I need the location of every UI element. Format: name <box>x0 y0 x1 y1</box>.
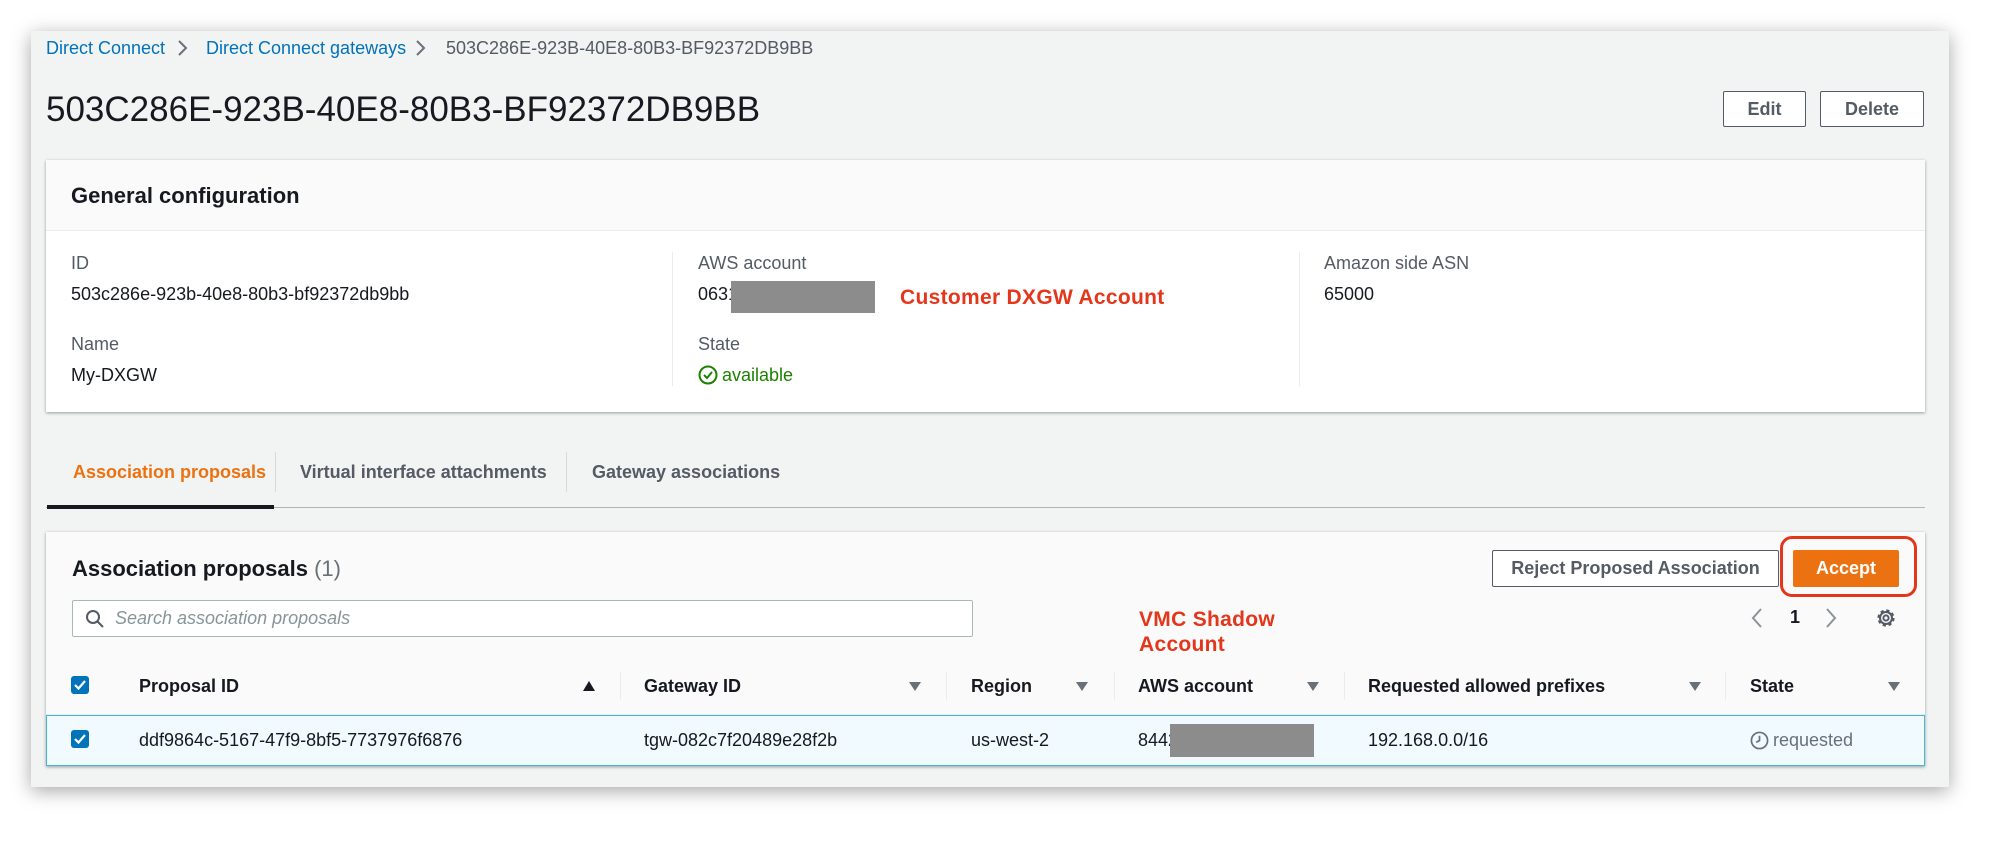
redaction-box <box>731 281 875 313</box>
cell-proposal-id: ddf9864c-5167-47f9-8bf5-7737976f6876 <box>139 730 463 750</box>
panel-heading: Association proposals (1) <box>72 555 341 583</box>
sort-icon[interactable] <box>1076 682 1088 691</box>
cell-gateway-id: tgw-082c7f20489e28f2b <box>644 730 838 750</box>
tab-baseline <box>46 507 1925 508</box>
redaction-box <box>1170 724 1314 757</box>
column-divider <box>946 672 947 700</box>
panel-header: General configuration <box>46 160 1925 231</box>
id-value: 503c286e-923b-40e8-80b3-bf92372db9bb <box>71 284 410 304</box>
cell-region: us-west-2 <box>971 730 1050 750</box>
chevron-right-icon <box>178 40 188 56</box>
page-number[interactable]: 1 <box>1790 607 1800 628</box>
next-page-icon[interactable] <box>1823 606 1839 630</box>
column-divider <box>620 672 621 700</box>
tab-virtual-interface-attachments[interactable]: Virtual interface attachments <box>300 461 547 483</box>
sort-icon[interactable] <box>1689 682 1701 691</box>
breadcrumb-current: 503C286E-923B-40E8-80B3-BF92372DB9BB <box>446 38 814 58</box>
breadcrumb-direct-connect[interactable]: Direct Connect <box>46 37 165 59</box>
check-circle-icon <box>698 365 718 385</box>
proposals-heading: Association proposals <box>72 556 308 581</box>
column-header-aws-account[interactable]: AWS account <box>1138 675 1253 697</box>
previous-page-icon[interactable] <box>1749 606 1765 630</box>
general-configuration-panel: General configuration ID 503c286e-923b-4… <box>46 160 1925 412</box>
edit-button[interactable]: Edit <box>1723 91 1806 127</box>
proposals-count: (1) <box>314 556 341 581</box>
tab-association-proposals[interactable]: Association proposals <box>73 461 266 483</box>
select-all-checkbox[interactable] <box>71 676 89 694</box>
cell-state: requested <box>1773 730 1854 750</box>
column-header-proposal-id[interactable]: Proposal ID <box>139 675 239 697</box>
vmc-annotation-line1: VMC Shadow <box>1139 608 1276 631</box>
tab-separator <box>275 452 276 492</box>
search-input[interactable]: Search association proposals <box>72 600 973 637</box>
state-label: State <box>698 334 741 354</box>
sort-icon[interactable] <box>1888 682 1900 691</box>
sort-icon[interactable] <box>909 682 921 691</box>
id-label: ID <box>71 253 89 273</box>
column-divider <box>1344 672 1345 700</box>
column-divider <box>1114 672 1115 700</box>
gear-icon[interactable] <box>1874 606 1898 630</box>
column-divider <box>672 252 673 386</box>
customer-account-annotation: Customer DXGW Account <box>900 286 1165 309</box>
name-label: Name <box>71 334 120 354</box>
clock-icon <box>1750 731 1769 750</box>
aws-account-label: AWS account <box>698 253 807 273</box>
search-icon <box>86 610 104 628</box>
column-header-gateway-id[interactable]: Gateway ID <box>644 675 741 697</box>
row-checkbox[interactable] <box>71 730 89 748</box>
vmc-annotation-line2: Account <box>1139 633 1226 656</box>
checkmark-icon <box>74 680 86 691</box>
page-title: 503C286E-923B-40E8-80B3-BF92372DB9BB <box>46 90 761 129</box>
tab-gateway-associations[interactable]: Gateway associations <box>592 461 780 483</box>
checkmark-icon <box>74 734 86 745</box>
delete-button[interactable]: Delete <box>1820 91 1924 127</box>
sort-icon[interactable] <box>1307 682 1319 691</box>
state-value: available <box>722 365 794 385</box>
tab-separator <box>566 452 567 492</box>
column-header-requested-prefixes[interactable]: Requested allowed prefixes <box>1368 675 1605 697</box>
column-header-region[interactable]: Region <box>971 675 1032 697</box>
active-tab-indicator <box>47 505 274 509</box>
breadcrumb-dx-gateways[interactable]: Direct Connect gateways <box>206 37 406 59</box>
asn-label: Amazon side ASN <box>1324 253 1470 273</box>
chevron-right-icon <box>416 40 426 56</box>
asn-value: 65000 <box>1324 284 1375 304</box>
cell-requested-prefixes: 192.168.0.0/16 <box>1368 730 1489 750</box>
panel-heading: General configuration <box>71 183 300 208</box>
column-divider <box>1725 672 1726 700</box>
name-value: My-DXGW <box>71 365 157 385</box>
accept-highlight-annotation <box>1780 536 1917 597</box>
search-placeholder: Search association proposals <box>115 608 351 628</box>
reject-proposed-association-button[interactable]: Reject Proposed Association <box>1492 550 1779 587</box>
column-header-state[interactable]: State <box>1750 675 1794 697</box>
sort-ascending-icon[interactable] <box>583 681 595 691</box>
column-divider <box>1299 252 1300 386</box>
